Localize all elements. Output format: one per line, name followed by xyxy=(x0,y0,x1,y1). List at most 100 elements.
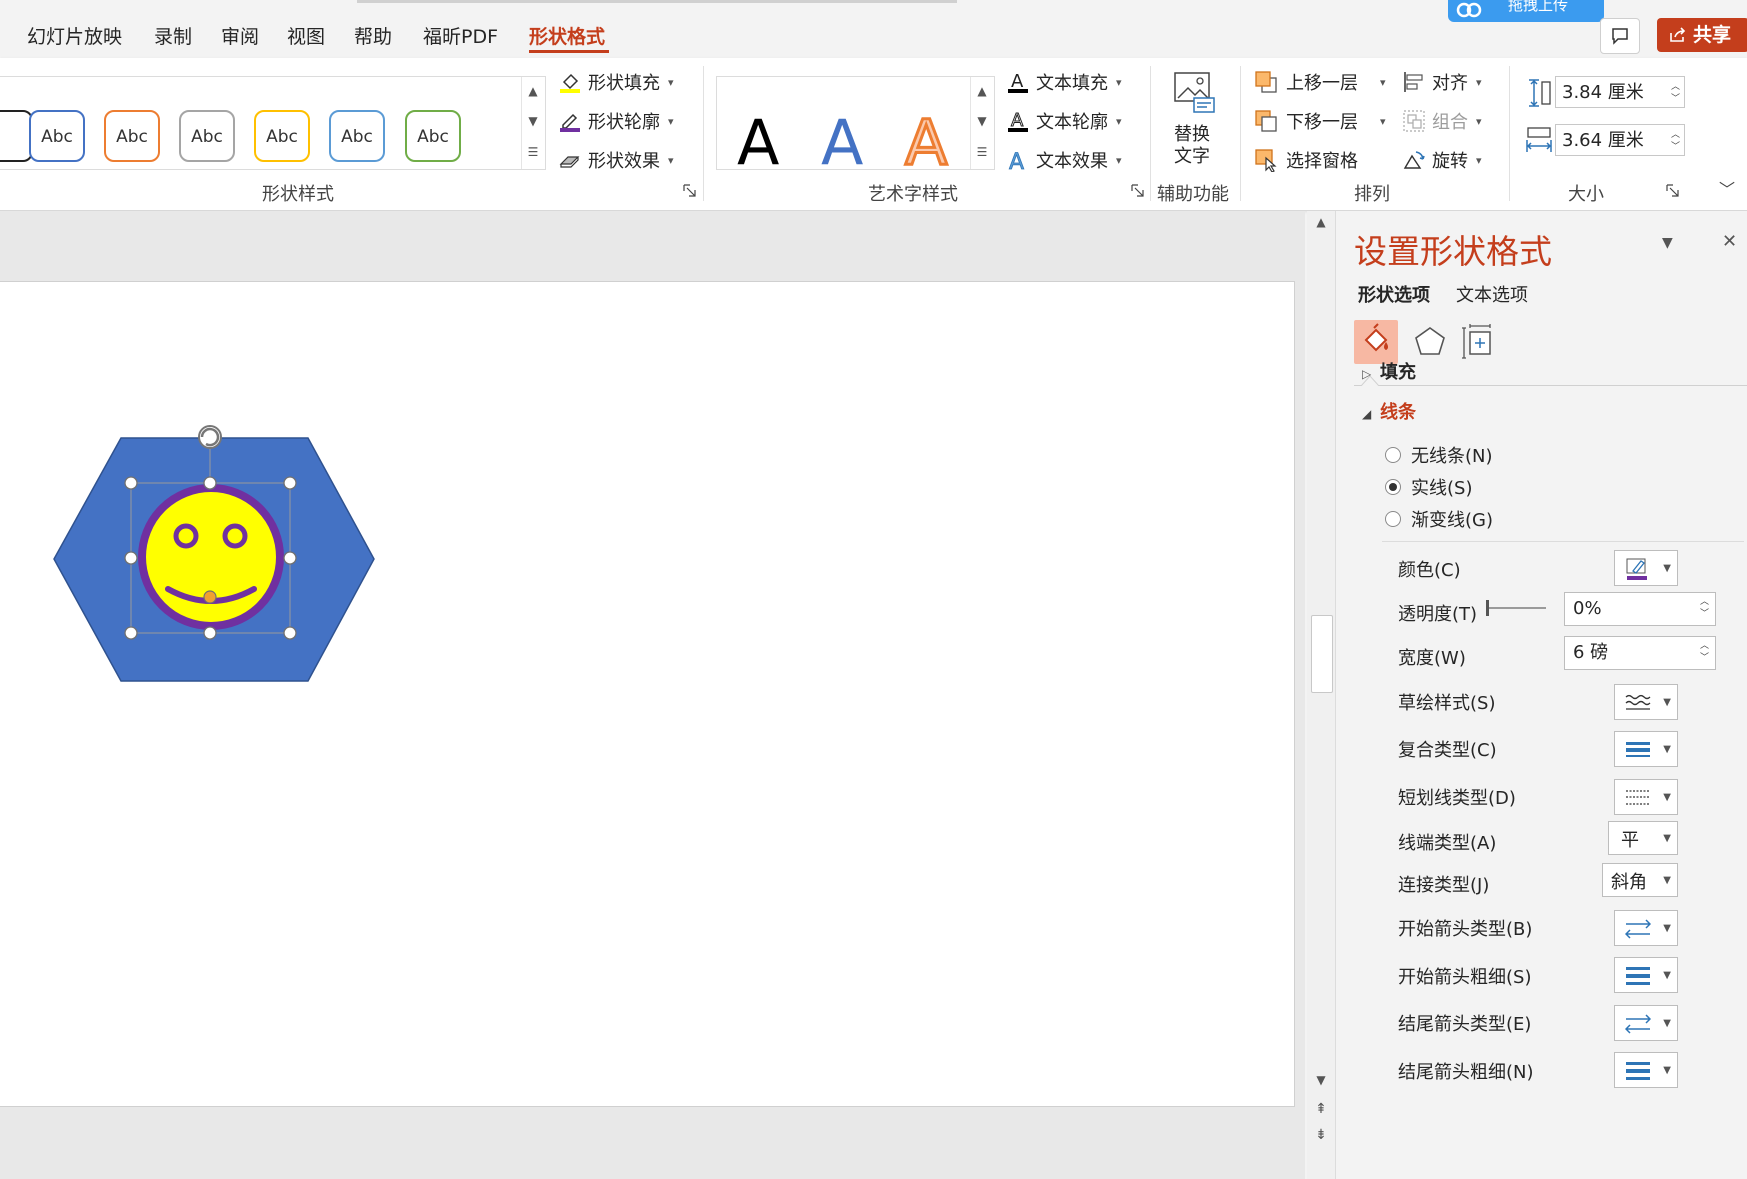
dialog-launcher-icon[interactable] xyxy=(683,184,696,197)
spin-down-icon[interactable]: ﹀ xyxy=(1671,142,1680,152)
resize-handle[interactable] xyxy=(203,476,217,490)
resize-handle[interactable] xyxy=(283,626,297,640)
transparency-slider-thumb[interactable] xyxy=(1486,600,1489,616)
selection-pane-button[interactable]: 选择窗格 xyxy=(1254,147,1358,173)
spin-up-icon[interactable]: ︿ xyxy=(1671,130,1680,140)
shape-outline-button[interactable]: 形状轮廓 ▾ xyxy=(558,108,674,134)
comments-button[interactable] xyxy=(1600,18,1640,54)
drag-upload-button[interactable]: 拖拽上传 xyxy=(1448,0,1604,22)
send-backward-button[interactable]: 下移一层 ▾ xyxy=(1254,108,1386,134)
gallery-more-icon[interactable]: ☰ xyxy=(971,138,993,168)
tab-foxit-pdf[interactable]: 福昕PDF xyxy=(423,22,498,49)
shape-style-item[interactable]: Abc xyxy=(329,110,385,162)
slide-canvas[interactable] xyxy=(0,281,1295,1107)
spin-up-icon[interactable]: ︿ xyxy=(1700,597,1709,607)
spin-down-icon[interactable]: ﹀ xyxy=(1671,94,1680,104)
gallery-down-icon[interactable]: ▼ xyxy=(522,107,544,137)
align-button[interactable]: 对齐 ▾ xyxy=(1402,69,1482,95)
gallery-scroll[interactable]: ▲ ▼ ☰ xyxy=(521,77,544,169)
end-arrow-size-dropdown[interactable]: ▼ xyxy=(1614,1052,1678,1088)
shape-style-item[interactable]: Abc xyxy=(405,110,461,162)
spin-up-icon[interactable]: ︿ xyxy=(1671,82,1680,92)
size-properties-tab[interactable] xyxy=(1456,320,1500,364)
wordart-style-item[interactable]: A xyxy=(737,112,779,174)
text-outline-button[interactable]: A 文本轮廓 ▾ xyxy=(1006,108,1122,134)
scroll-down-icon[interactable]: ▼ xyxy=(1307,1073,1335,1087)
text-effects-button[interactable]: A 文本效果 ▾ xyxy=(1006,147,1122,173)
resize-handle[interactable] xyxy=(283,551,297,565)
spin-down-icon[interactable]: ﹀ xyxy=(1700,653,1709,663)
tab-shape-format[interactable]: 形状格式 xyxy=(529,22,605,49)
resize-handle[interactable] xyxy=(283,476,297,490)
dash-type-dropdown[interactable]: ▼ xyxy=(1614,779,1678,815)
next-slide-icon[interactable]: ⇟ xyxy=(1307,1127,1335,1143)
resize-handle[interactable] xyxy=(124,476,138,490)
tab-shape-options[interactable]: 形状选项 xyxy=(1358,281,1430,307)
shape-style-item[interactable]: Abc xyxy=(254,110,310,162)
dialog-launcher-icon[interactable] xyxy=(1666,184,1679,197)
gallery-up-icon[interactable]: ▲ xyxy=(522,77,544,107)
shape-style-item[interactable]: Abc xyxy=(179,110,235,162)
gradient-line-option[interactable]: 渐变线(G) xyxy=(1385,506,1493,532)
group-objects-button[interactable]: 组合 ▾ xyxy=(1402,108,1482,134)
wordart-style-item[interactable]: A xyxy=(903,110,948,175)
smiley-face-shape[interactable] xyxy=(138,484,284,630)
join-type-dropdown[interactable]: 斜角 ▼ xyxy=(1602,863,1678,897)
solid-line-radio[interactable] xyxy=(1385,479,1401,495)
shape-width-input[interactable]: 3.64 厘米 ︿ ﹀ xyxy=(1555,124,1685,156)
line-section-header[interactable]: ◢ 线条 xyxy=(1362,398,1416,424)
gallery-down-icon[interactable]: ▼ xyxy=(971,107,993,137)
tab-view[interactable]: 视图 xyxy=(287,22,325,49)
tab-text-options[interactable]: 文本选项 xyxy=(1456,281,1528,307)
shape-fill-button[interactable]: 形状填充 ▾ xyxy=(558,69,674,95)
tab-review[interactable]: 审阅 xyxy=(221,22,259,49)
no-line-radio[interactable] xyxy=(1385,447,1401,463)
tab-record[interactable]: 录制 xyxy=(154,22,192,49)
scroll-thumb[interactable] xyxy=(1311,615,1333,693)
shape-height-input[interactable]: 3.84 厘米 ︿ ﹀ xyxy=(1555,76,1685,108)
text-fill-button[interactable]: A 文本填充 ▾ xyxy=(1006,69,1122,95)
ribbon-collapse-icon[interactable]: ﹀ xyxy=(1719,176,1735,200)
resize-handle[interactable] xyxy=(203,626,217,640)
solid-line-option[interactable]: 实线(S) xyxy=(1385,474,1472,500)
sketch-style-dropdown[interactable]: ▼ xyxy=(1614,684,1678,720)
resize-handle[interactable] xyxy=(124,626,138,640)
transparency-slider-track[interactable] xyxy=(1486,607,1546,609)
dialog-launcher-icon[interactable] xyxy=(1131,184,1144,197)
bring-forward-button[interactable]: 上移一层 ▾ xyxy=(1254,69,1386,95)
spin-up-icon[interactable]: ︿ xyxy=(1700,641,1709,651)
wordart-gallery-scroll[interactable]: ▲ ▼ ☰ xyxy=(970,77,993,169)
spin-down-icon[interactable]: ﹀ xyxy=(1700,609,1709,619)
section-divider xyxy=(1382,541,1744,542)
scroll-up-icon[interactable]: ▲ xyxy=(1307,215,1335,229)
cap-type-dropdown[interactable]: 平 ▼ xyxy=(1608,821,1678,855)
wordart-style-item[interactable]: A xyxy=(821,112,863,174)
gradient-line-radio[interactable] xyxy=(1385,511,1401,527)
adjust-handle[interactable] xyxy=(203,590,217,604)
shape-effects-button[interactable]: 形状效果 ▾ xyxy=(558,147,674,173)
line-width-input[interactable]: 6 磅 ︿ ﹀ xyxy=(1564,636,1716,670)
line-color-dropdown[interactable]: ▼ xyxy=(1614,550,1678,586)
tab-help[interactable]: 帮助 xyxy=(354,22,392,49)
pane-options-icon[interactable]: ▼ xyxy=(1662,235,1673,251)
fill-title[interactable]: ▷ 填充 xyxy=(1362,358,1416,384)
resize-handle[interactable] xyxy=(124,551,138,565)
tab-slideshow[interactable]: 幻灯片放映 xyxy=(27,22,122,49)
gallery-more-icon[interactable]: ☰ xyxy=(522,138,544,168)
begin-arrow-size-dropdown[interactable]: ▼ xyxy=(1614,957,1678,993)
alt-text-button[interactable]: 替换 文字 xyxy=(1162,70,1222,170)
share-button[interactable]: 共享 xyxy=(1657,18,1747,52)
rotate-button[interactable]: 旋转 ▾ xyxy=(1402,147,1482,173)
shape-style-item[interactable]: Abc xyxy=(104,110,160,162)
compound-type-dropdown[interactable]: ▼ xyxy=(1614,731,1678,767)
begin-arrow-type-dropdown[interactable]: ▼ xyxy=(1614,910,1678,946)
vertical-scrollbar[interactable]: ▲ ▼ ⇞ ⇟ xyxy=(1307,211,1335,1179)
end-arrow-type-dropdown[interactable]: ▼ xyxy=(1614,1005,1678,1041)
no-line-option[interactable]: 无线条(N) xyxy=(1385,442,1493,468)
close-icon[interactable]: ✕ xyxy=(1722,231,1737,252)
transparency-input[interactable]: 0% ︿ ﹀ xyxy=(1564,592,1716,626)
previous-slide-icon[interactable]: ⇞ xyxy=(1307,1101,1335,1117)
gallery-up-icon[interactable]: ▲ xyxy=(971,77,993,107)
rotate-handle-icon[interactable] xyxy=(198,425,222,449)
shape-style-item[interactable]: Abc xyxy=(29,110,85,162)
